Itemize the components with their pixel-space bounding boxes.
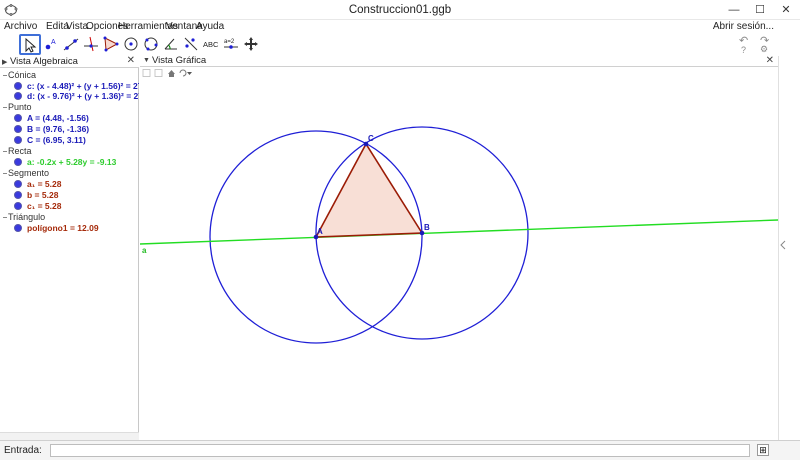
algebra-item[interactable]: c: (x - 4.48)² + (y + 1.56)² = 27 xyxy=(14,81,139,91)
line-tool-icon xyxy=(63,38,79,51)
visibility-toggle-icon[interactable] xyxy=(14,202,22,210)
slider-tool-label: a=2 xyxy=(224,39,235,45)
algebra-item[interactable]: d: (x - 9.76)² + (y + 1.36)² = 27 xyxy=(14,91,139,101)
graphics-view[interactable]: A B C a ▼ Vista Gráfica ✕ xyxy=(140,55,778,440)
algebra-item[interactable]: a: -0.2x + 5.28y = -9.13 xyxy=(14,157,139,167)
text-tool-button[interactable]: ABC xyxy=(201,34,223,55)
category-triangulo[interactable]: Triángulo xyxy=(2,212,45,222)
reflect-tool-icon xyxy=(184,37,198,51)
visibility-toggle-icon[interactable] xyxy=(14,136,22,144)
slider-tool-button[interactable]: a=2 xyxy=(221,34,243,55)
visibility-toggle-icon[interactable] xyxy=(14,224,22,232)
label-a: a xyxy=(142,246,147,255)
settings-icon[interactable]: ⚙ xyxy=(760,44,768,55)
reflect-tool-button[interactable] xyxy=(181,34,203,55)
algebra-item[interactable]: polígono1 = 12.09 xyxy=(14,223,139,233)
visibility-toggle-icon[interactable] xyxy=(14,158,22,166)
algebra-view-header: ▶ Vista Algebraica ✕ xyxy=(0,55,139,68)
angle-tool-button[interactable] xyxy=(161,34,183,55)
circle-three-points-tool-button[interactable] xyxy=(141,34,163,55)
visibility-toggle-icon[interactable] xyxy=(14,82,22,90)
move-graphics-tool-button[interactable] xyxy=(241,34,263,55)
polygon-tool-icon xyxy=(103,36,119,52)
move-graphics-tool-icon xyxy=(244,37,258,51)
circle-center-point-tool-icon xyxy=(124,37,138,51)
window-title: Construccion01.ggb xyxy=(348,4,452,16)
graphics-canvas[interactable]: A B C a xyxy=(140,56,778,440)
visibility-toggle-icon[interactable] xyxy=(14,180,22,188)
menu-archivo[interactable]: Archivo xyxy=(4,21,37,32)
graphics-close-button[interactable]: ✕ xyxy=(766,55,774,66)
close-window-button[interactable]: ✕ xyxy=(774,0,798,20)
point-tool-button[interactable]: A xyxy=(41,34,63,55)
maximize-button[interactable]: ☐ xyxy=(748,0,772,20)
expand-panel-chevron-icon[interactable] xyxy=(779,240,787,250)
perpendicular-tool-icon xyxy=(84,36,98,52)
menu-ayuda[interactable]: Ayuda xyxy=(196,21,224,32)
minimize-button[interactable]: — xyxy=(722,0,746,20)
algebra-item[interactable]: C = (6.95, 3.11) xyxy=(14,135,139,145)
algebra-item[interactable]: B = (9.76, -1.36) xyxy=(14,124,139,134)
graphics-view-title: Vista Gráfica xyxy=(152,55,207,66)
category-recta[interactable]: Recta xyxy=(3,146,32,156)
text-tool-icon: ABC xyxy=(203,40,219,49)
perpendicular-tool-button[interactable] xyxy=(81,34,103,55)
input-label: Entrada: xyxy=(4,445,42,456)
axes-toggle-icon[interactable] xyxy=(142,69,151,77)
algebra-horizontal-scrollbar[interactable] xyxy=(0,432,139,440)
input-bar: Entrada: ⊞ xyxy=(0,440,800,460)
circle-center-point-tool-button[interactable] xyxy=(121,34,143,55)
symbol-table-button[interactable]: ⊞ xyxy=(757,444,769,456)
line-a[interactable] xyxy=(140,219,778,245)
home-icon[interactable] xyxy=(168,70,175,77)
visibility-toggle-icon[interactable] xyxy=(14,191,22,199)
triangle-poligono1[interactable] xyxy=(314,142,424,238)
sign-in-link[interactable]: Abrir sesión... xyxy=(713,21,774,32)
menu-vista[interactable]: Vista xyxy=(66,21,88,32)
algebra-close-button[interactable]: ✕ xyxy=(127,55,135,66)
category-conica[interactable]: Cónica xyxy=(2,70,36,80)
text-tool-label: ABC xyxy=(203,40,219,49)
collapse-triangle-icon[interactable]: ▶ xyxy=(2,58,7,66)
label-B: B xyxy=(424,223,430,232)
polygon-tool-button[interactable] xyxy=(101,34,123,55)
move-tool-icon xyxy=(25,38,37,53)
svg-text:A: A xyxy=(51,39,56,46)
point-capturing-icon[interactable] xyxy=(179,69,187,77)
dropdown-chevron-icon[interactable] xyxy=(187,72,192,75)
move-tool-button[interactable] xyxy=(19,34,41,55)
graphics-style-bar xyxy=(140,68,778,79)
circle-three-points-tool-icon xyxy=(144,37,158,51)
algebra-item[interactable]: a₁ = 5.28 xyxy=(14,179,139,189)
label-C: C xyxy=(368,134,374,143)
algebra-item[interactable]: c₁ = 5.28 xyxy=(14,201,139,211)
algebra-item[interactable]: A = (4.48, -1.56) xyxy=(14,113,139,123)
visibility-toggle-icon[interactable] xyxy=(14,114,22,122)
algebra-item[interactable]: b = 5.28 xyxy=(14,190,139,200)
slider-tool-icon: a=2 xyxy=(224,39,238,49)
help-button[interactable]: ? xyxy=(741,45,746,55)
visibility-toggle-icon[interactable] xyxy=(14,125,22,133)
category-punto[interactable]: Punto xyxy=(3,102,32,112)
algebra-view-title: Vista Algebraica xyxy=(10,56,78,67)
grid-toggle-icon[interactable] xyxy=(154,69,163,77)
input-field[interactable] xyxy=(50,444,750,457)
graphics-view-header: ▼ Vista Gráfica ✕ xyxy=(140,55,778,67)
title-bar: Construccion01.ggb — ☐ ✕ xyxy=(0,0,800,20)
menu-bar: Archivo Edita Vista Opciones Herramienta… xyxy=(0,20,800,34)
angle-tool-icon xyxy=(164,38,177,50)
graphics-collapse-triangle-icon[interactable]: ▼ xyxy=(143,57,150,64)
visibility-toggle-icon[interactable] xyxy=(14,92,22,100)
point-tool-icon: A xyxy=(45,39,56,50)
line-tool-button[interactable] xyxy=(61,34,83,55)
style-bar-icons xyxy=(142,69,192,77)
category-segmento[interactable]: Segmento xyxy=(2,168,49,178)
algebra-view: ▶ Vista Algebraica ✕ Cónica c: (x - 4.48… xyxy=(0,55,139,440)
toolbar: A ABC a=2 ↶ ↷ ? ⚙ xyxy=(0,34,800,56)
right-panel-strip xyxy=(778,56,800,440)
label-A: A xyxy=(317,227,323,236)
